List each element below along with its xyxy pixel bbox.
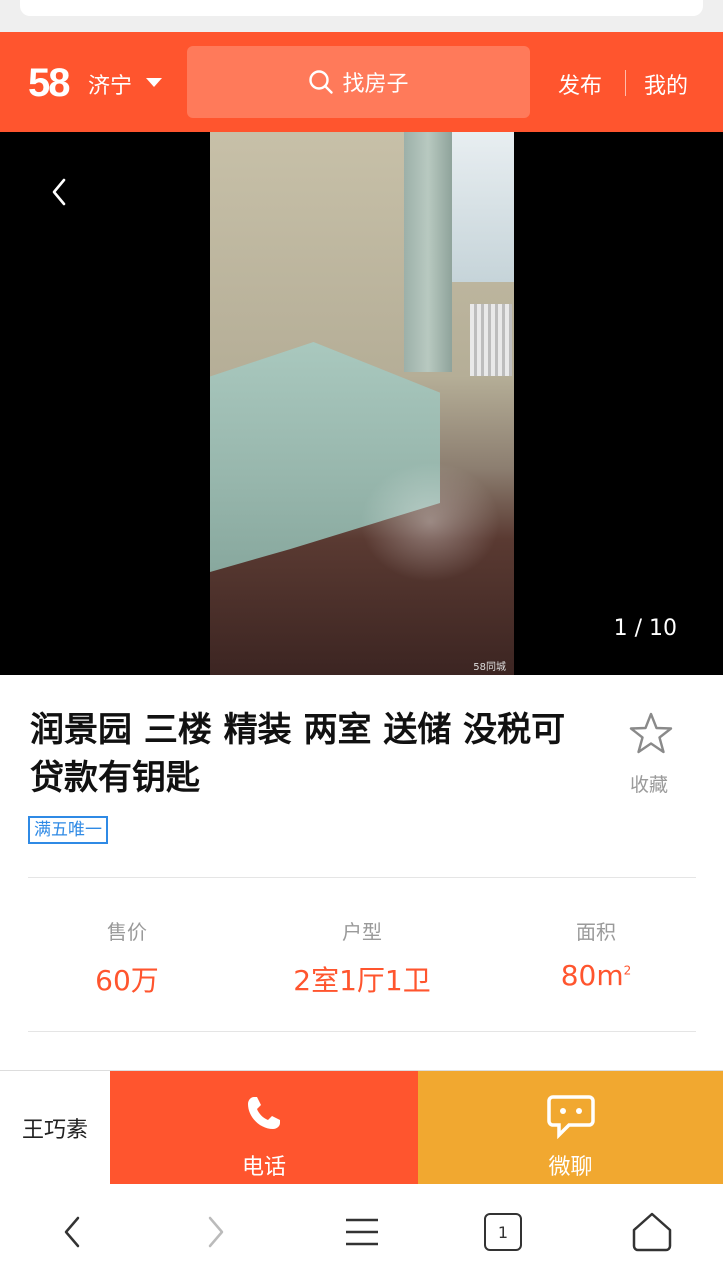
chat-icon bbox=[546, 1095, 595, 1139]
price-label: 售价 bbox=[107, 920, 147, 944]
nav-forward-icon[interactable] bbox=[194, 1210, 238, 1254]
contact-bar: 王巧素 电话 微聊 bbox=[0, 1070, 723, 1185]
chat-label: 微聊 bbox=[548, 1155, 593, 1180]
app-header: 58 济宁 找房子 发布 我的 bbox=[0, 32, 723, 132]
room-photo[interactable]: 58同城 bbox=[210, 132, 514, 675]
favorite-label[interactable]: 收藏 bbox=[630, 770, 668, 797]
home-icon[interactable] bbox=[630, 1210, 674, 1254]
star-icon[interactable] bbox=[626, 710, 676, 758]
price-value: 60万 bbox=[95, 964, 159, 997]
call-label: 电话 bbox=[241, 1155, 286, 1180]
browser-navbar: 1 bbox=[0, 1184, 723, 1280]
search-placeholder: 找房子 bbox=[342, 72, 409, 97]
city-selector[interactable]: 济宁 bbox=[88, 68, 132, 100]
photo-gallery[interactable]: 58同城 1 / 10 bbox=[0, 132, 723, 675]
logo[interactable]: 58 bbox=[28, 61, 70, 106]
price-stat: 售价 60万 bbox=[27, 916, 227, 999]
agent-name[interactable]: 王巧素 bbox=[0, 1071, 110, 1185]
back-arrow-icon[interactable] bbox=[46, 176, 74, 208]
area-unit-superscript: 2 bbox=[623, 963, 632, 978]
publish-button[interactable]: 发布 bbox=[558, 68, 602, 100]
chat-button[interactable]: 微聊 bbox=[418, 1071, 723, 1185]
divider bbox=[28, 877, 696, 878]
photo-counter: 1 / 10 bbox=[613, 616, 677, 641]
call-button[interactable]: 电话 bbox=[110, 1071, 418, 1185]
phone-icon bbox=[248, 1097, 280, 1129]
photo-watermark: 58同城 bbox=[473, 662, 506, 673]
menu-icon[interactable] bbox=[340, 1210, 384, 1254]
tabs-icon[interactable]: 1 bbox=[484, 1213, 522, 1251]
header-divider bbox=[625, 70, 626, 96]
browser-top-strip bbox=[0, 0, 723, 32]
layout-stat: 户型 2室1厅1卫 bbox=[262, 916, 462, 999]
nav-back-icon[interactable] bbox=[50, 1210, 94, 1254]
layout-label: 户型 bbox=[342, 920, 382, 944]
photo-radiator bbox=[470, 304, 512, 376]
search-icon bbox=[309, 70, 334, 94]
browser-top-pill bbox=[20, 0, 703, 16]
mine-button[interactable]: 我的 bbox=[644, 68, 688, 100]
listing-tag: 满五唯一 bbox=[28, 816, 108, 844]
photo-floor-shine bbox=[360, 462, 500, 582]
area-stat: 面积 80m2 bbox=[496, 916, 696, 992]
chevron-down-icon[interactable] bbox=[146, 78, 162, 87]
area-number: 80m bbox=[560, 959, 624, 992]
listing-title: 润景园 三楼 精装 两室 送储 没税可贷款有钥匙 bbox=[30, 710, 566, 798]
search-box[interactable]: 找房子 bbox=[187, 46, 530, 118]
area-label: 面积 bbox=[576, 920, 616, 944]
area-value: 80m2 bbox=[496, 959, 696, 992]
photo-curtain bbox=[404, 132, 452, 372]
layout-value: 2室1厅1卫 bbox=[293, 964, 431, 997]
photo-window bbox=[444, 132, 514, 282]
divider bbox=[28, 1031, 696, 1032]
